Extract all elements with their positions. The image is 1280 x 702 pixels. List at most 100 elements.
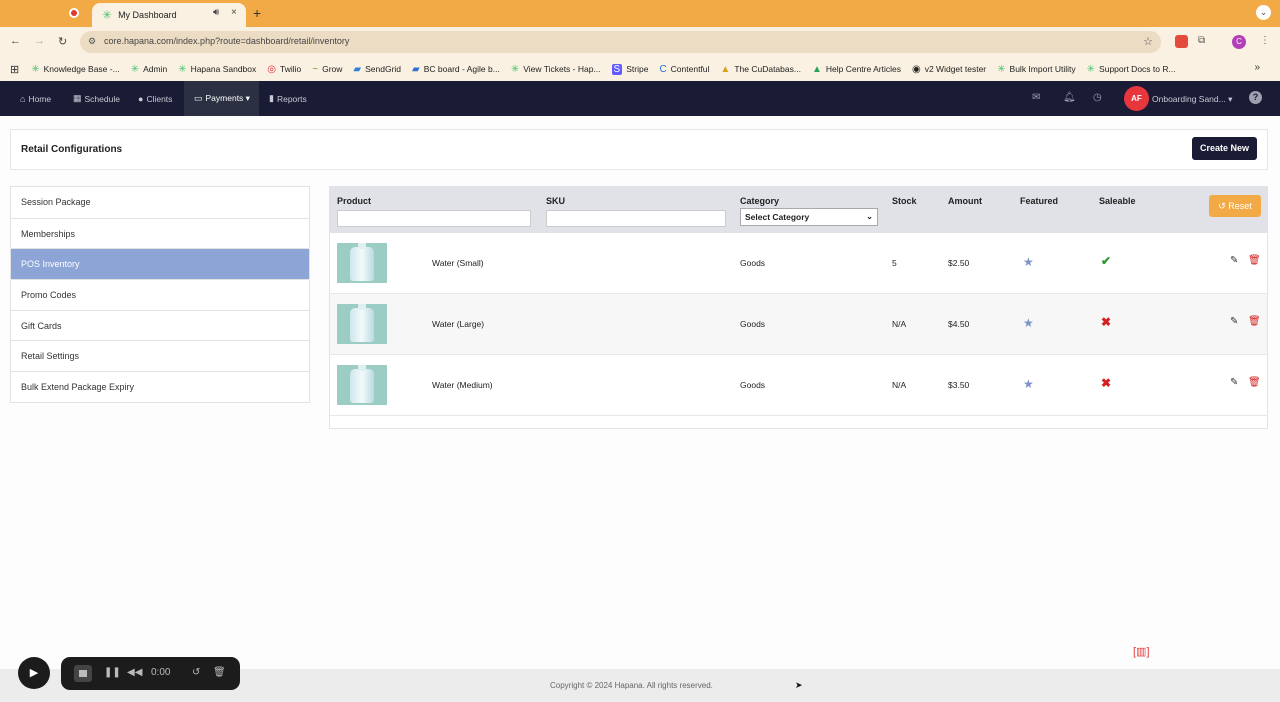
edit-pencil-icon[interactable]: ✎ — [1230, 377, 1238, 388]
browser-menu-icon[interactable]: ⋮ — [1260, 35, 1270, 46]
reload-icon[interactable]: ↻ — [58, 35, 67, 48]
recording-indicator-icon — [69, 8, 79, 18]
stop-recording-button[interactable] — [74, 665, 92, 682]
bookmarks-bar: ⊞ ✳ Knowledge Base -... ✳ Admin ✳ Hapana Sa… — [0, 57, 1280, 81]
tab-close-icon[interactable]: × — [231, 7, 237, 18]
bookmark-item[interactable]: ✳ Support Docs to R... — [1087, 64, 1176, 75]
bookmark-item[interactable]: ✳ Knowledge Base -... — [31, 64, 119, 75]
nav-schedule[interactable]: ▦ Schedule — [73, 81, 120, 116]
forward-icon[interactable]: → — [34, 35, 45, 47]
bookmark-item[interactable]: ◉ v2 Widget tester — [912, 64, 986, 75]
pause-icon[interactable]: ❚❚ — [104, 667, 121, 678]
nav-clients[interactable]: ● Clients — [138, 81, 172, 116]
table-row: Water (Medium) Goods N/A $3.50 ★ ✖ ✎ 🗑︎ — [330, 355, 1267, 416]
sidebar-item-pos-inventory[interactable]: POS Inventory — [11, 248, 309, 280]
new-tab-button[interactable]: + — [253, 5, 261, 21]
product-amount: $4.50 — [948, 319, 970, 329]
product-name: Water (Large) — [432, 319, 485, 329]
sku-filter-input[interactable] — [546, 210, 726, 227]
table-row: Water (Small) Goods 5 $2.50 ★ ✔ ✎ 🗑︎ — [330, 233, 1267, 294]
bookmark-item[interactable]: ▰ BC board - Agile b... — [412, 64, 500, 75]
bookmark-item[interactable]: C Contentful — [659, 64, 709, 75]
address-bar[interactable]: ⚙ core.hapana.com/index.php?route=dashbo… — [80, 31, 1161, 53]
product-stock: N/A — [892, 380, 907, 390]
bookmark-item[interactable]: ~ Grow — [312, 64, 342, 75]
profile-avatar[interactable]: C — [1232, 35, 1246, 49]
featured-star-icon[interactable]: ★ — [1023, 255, 1034, 269]
page-header: Retail Configurations Create New — [10, 129, 1268, 170]
speaker-icon[interactable]: 🔊︎ — [213, 7, 219, 18]
bookmark-item[interactable]: ✳ Hapana Sandbox — [178, 64, 256, 75]
page-title: Retail Configurations — [21, 144, 123, 155]
product-category: Goods — [740, 319, 766, 329]
sidebar-item-gift-cards[interactable]: Gift Cards — [11, 309, 309, 341]
saleable-check-icon[interactable]: ✔ — [1101, 254, 1111, 268]
bookmark-item[interactable]: ▰ SendGrid — [353, 64, 401, 75]
barcode-scanner-icon[interactable]: [▥] — [1133, 645, 1150, 658]
delete-trash-icon[interactable]: 🗑︎ — [1248, 255, 1261, 266]
extension-icon[interactable] — [1175, 35, 1188, 48]
account-switcher[interactable]: Onboarding Sand... ▾ — [1152, 94, 1232, 105]
bookmark-item[interactable]: ✳ Admin — [131, 64, 167, 75]
app-navbar: ⌂ Home ▦ Schedule ● Clients ▭ Payments ▾ ▮ Re… — [0, 81, 1280, 116]
not-saleable-x-icon[interactable]: ✖ — [1101, 315, 1111, 329]
bookmark-item[interactable]: ▲ The CuDatabas... — [720, 64, 801, 75]
bell-icon[interactable]: 🔔︎ — [1063, 92, 1076, 103]
bookmark-item[interactable]: ▲ Help Centre Articles — [812, 64, 901, 75]
sidebar-item-promo-codes[interactable]: Promo Codes — [11, 279, 309, 310]
create-new-button[interactable]: Create New — [1191, 137, 1257, 160]
bar-chart-icon: ▮ — [269, 93, 274, 103]
bookmark-item[interactable]: ✳ View Tickets - Hap... — [511, 64, 601, 75]
bookmark-star-icon[interactable]: ☆ — [1143, 35, 1153, 48]
clock-icon[interactable]: ◷ — [1093, 92, 1102, 103]
product-category: Goods — [740, 380, 766, 390]
nav-payments[interactable]: ▭ Payments ▾ — [184, 81, 259, 116]
extensions-puzzle-icon[interactable]: ⧉ — [1198, 35, 1205, 46]
sidebar-item-retail-settings[interactable]: Retail Settings — [11, 340, 309, 371]
product-amount: $2.50 — [948, 258, 970, 268]
featured-star-icon[interactable]: ★ — [1023, 316, 1034, 330]
reset-button[interactable]: ↺ Reset — [1209, 195, 1261, 217]
product-filter-input[interactable] — [337, 210, 531, 227]
edit-pencil-icon[interactable]: ✎ — [1230, 316, 1238, 327]
product-name: Water (Small) — [432, 258, 484, 268]
category-select[interactable]: Select Category ⌄ — [740, 208, 878, 226]
browser-toolbar: ← → ↻ ⚙ core.hapana.com/index.php?route=… — [0, 27, 1280, 57]
recorder-controls: ❚❚ ◀◀ 0:00 ↺ 🗑︎ — [61, 657, 240, 690]
nav-home[interactable]: ⌂ Home — [20, 81, 51, 116]
hapana-favicon-icon: ✳ — [102, 8, 113, 22]
table-header: Product SKU Category Select Category ⌄ St… — [330, 187, 1267, 233]
bookmark-item[interactable]: ✳ Bulk Import Utility — [997, 64, 1076, 75]
undo-icon: ↺ — [1218, 201, 1226, 211]
retail-sidebar: Session Package Memberships POS Inventor… — [10, 186, 310, 403]
not-saleable-x-icon[interactable]: ✖ — [1101, 376, 1111, 390]
help-icon[interactable]: ? — [1249, 91, 1262, 104]
delete-trash-icon[interactable]: 🗑︎ — [1248, 316, 1261, 327]
discard-trash-icon[interactable]: 🗑︎ — [213, 667, 226, 678]
back-icon[interactable]: ← — [10, 35, 21, 47]
sidebar-item-session-package[interactable]: Session Package — [11, 187, 309, 218]
user-avatar[interactable]: AF — [1124, 86, 1149, 111]
mouse-cursor-icon: ➤ — [795, 680, 803, 690]
browser-tab[interactable]: ✳ My Dashboard 🔊︎ × — [92, 3, 246, 27]
edit-pencil-icon[interactable]: ✎ — [1230, 255, 1238, 266]
sidebar-item-memberships[interactable]: Memberships — [11, 217, 309, 249]
product-thumbnail — [337, 365, 387, 405]
rewind-icon[interactable]: ◀◀ — [127, 667, 142, 678]
nav-reports[interactable]: ▮ Reports — [269, 81, 307, 116]
bookmark-item[interactable]: ◎ Twilio — [267, 64, 301, 75]
chevron-down-icon[interactable]: ⌄ — [1256, 5, 1271, 20]
site-info-icon[interactable]: ⚙ — [88, 36, 96, 47]
delete-trash-icon[interactable]: 🗑︎ — [1248, 377, 1261, 388]
apps-grid-icon[interactable]: ⊞ — [10, 63, 19, 76]
column-header-category: Category — [740, 196, 780, 206]
featured-star-icon[interactable]: ★ — [1023, 377, 1034, 391]
camera-icon[interactable]: ▶ — [18, 657, 50, 689]
bookmark-item[interactable]: S Stripe — [611, 63, 648, 75]
user-icon: ● — [138, 93, 144, 104]
sidebar-item-bulk-extend-package-expiry[interactable]: Bulk Extend Package Expiry — [11, 371, 309, 402]
chat-icon[interactable]: ✉ — [1032, 92, 1040, 103]
more-bookmarks-icon[interactable]: » — [1254, 62, 1260, 73]
restart-icon[interactable]: ↺ — [192, 667, 200, 678]
chevron-down-icon: ⌄ — [866, 212, 873, 221]
